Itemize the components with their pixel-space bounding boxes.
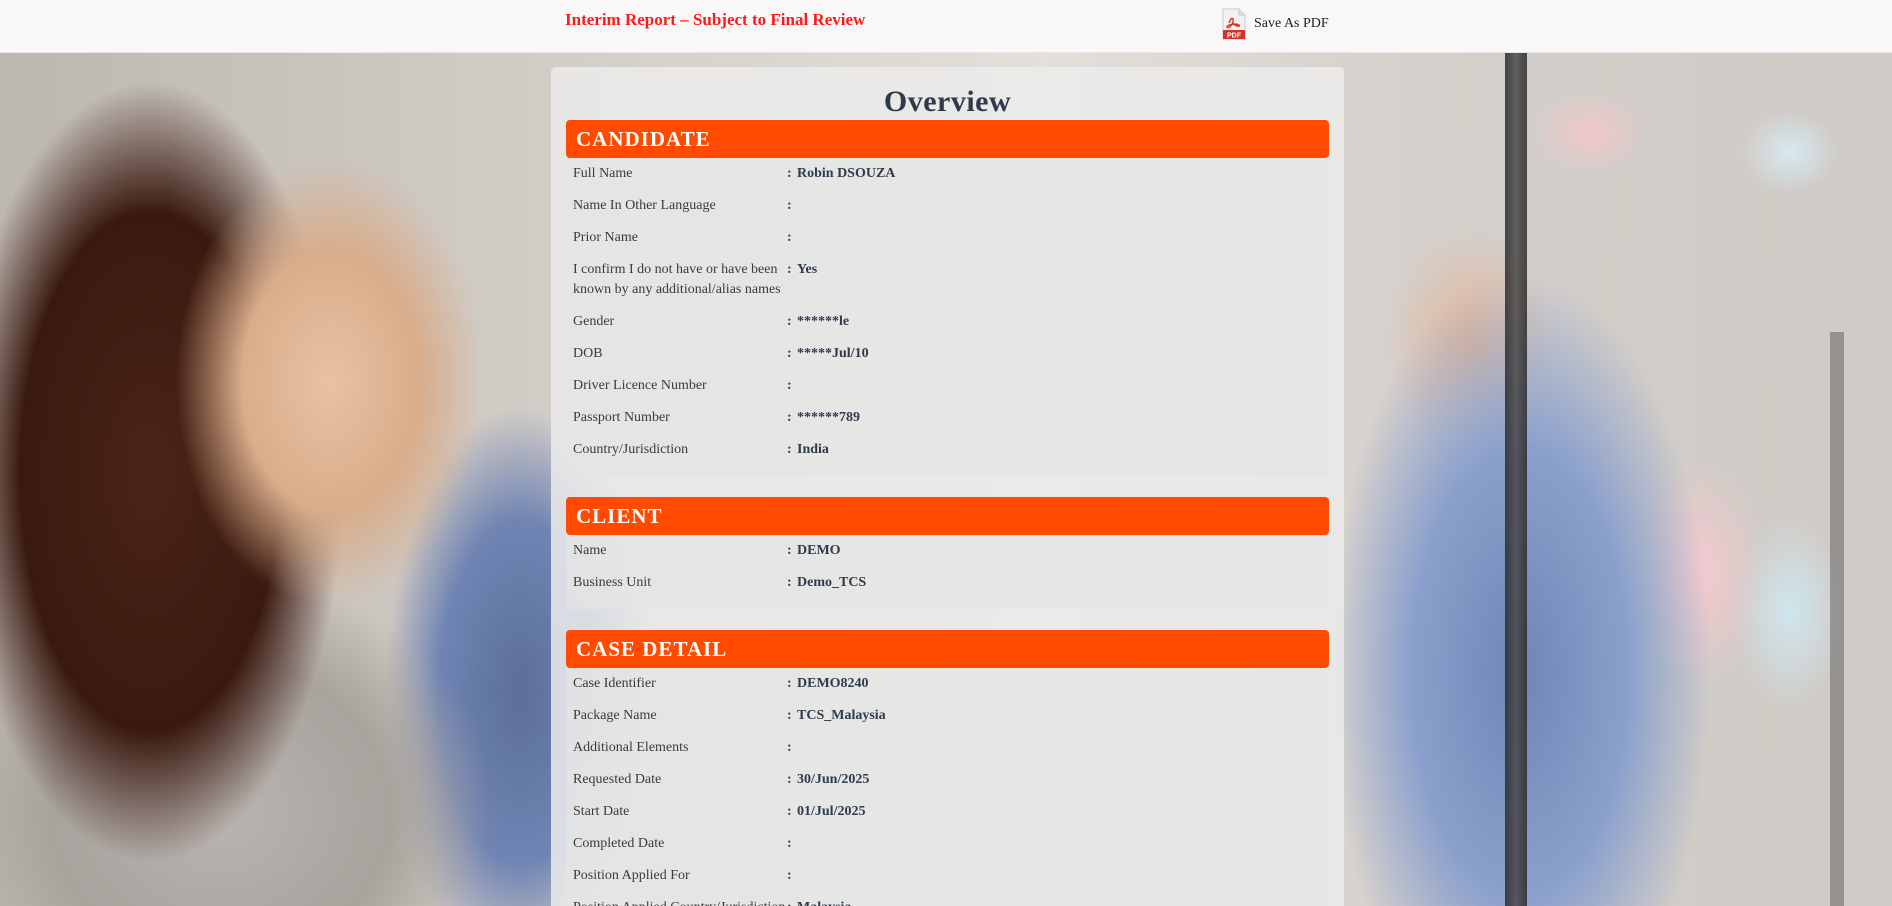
detail-row-gender: Gender : ******le [566, 312, 1329, 344]
row-label: Start Date [573, 804, 630, 819]
case-detail-section: CASE DETAIL Case Identifier : DEMO8240 P… [566, 630, 1329, 906]
detail-row-package-name: Package Name : TCS_Malaysia [566, 706, 1329, 738]
row-label: Additional Elements [573, 740, 689, 755]
row-value: ******789 [797, 410, 860, 425]
pdf-icon: PDF [1222, 8, 1246, 40]
row-separator: : [787, 543, 792, 558]
row-value: DEMO8240 [797, 676, 869, 691]
row-value: 01/Jul/2025 [797, 804, 866, 819]
report-title: Interim Report – Subject to Final Review [565, 10, 866, 29]
detail-row-case-identifier: Case Identifier : DEMO8240 [566, 674, 1329, 706]
row-value: DEMO [797, 543, 841, 558]
save-as-pdf-button[interactable]: PDF Save As PDF [1222, 8, 1329, 40]
overview-panel: Overview CANDIDATE Full Name : Robin DSO… [551, 67, 1344, 906]
detail-row-passport-number: Passport Number : ******789 [566, 408, 1329, 440]
row-separator: : [787, 708, 792, 723]
row-label: Position Applied Country/Jurisdiction [566, 898, 787, 906]
row-label: DOB [573, 346, 603, 361]
detail-row-dob: DOB : *****Jul/10 [566, 344, 1329, 376]
row-separator: : [787, 346, 792, 361]
row-separator: : [787, 804, 792, 819]
detail-row-completed-date: Completed Date : [566, 834, 1329, 866]
save-as-pdf-label: Save As PDF [1254, 16, 1329, 31]
row-separator: : [787, 442, 792, 457]
detail-row-business-unit: Business Unit : Demo_TCS [566, 573, 1329, 605]
row-value: Demo_TCS [797, 575, 867, 590]
row-label: Country/Jurisdiction [573, 442, 689, 457]
row-separator: : [787, 868, 792, 883]
case-detail-section-header: CASE DETAIL [566, 630, 1329, 668]
row-label: Prior Name [573, 230, 638, 245]
row-label: Driver Licence Number [573, 378, 707, 393]
row-separator: : [787, 898, 797, 906]
background-pole [1505, 52, 1527, 906]
row-label: Full Name [573, 166, 633, 181]
detail-row-position-applied-country: Position Applied Country/Jurisdiction : … [566, 898, 1329, 906]
row-label: Gender [573, 314, 615, 329]
row-value: Malaysia [797, 898, 851, 906]
row-separator: : [787, 836, 792, 851]
row-separator: : [787, 230, 792, 245]
row-separator: : [787, 772, 792, 787]
row-separator: : [787, 410, 792, 425]
row-label: Completed Date [573, 836, 665, 851]
page-title: Overview [883, 85, 1012, 118]
detail-row-position-applied-for: Position Applied For : [566, 866, 1329, 898]
row-label: Name In Other Language [573, 198, 716, 213]
detail-row-start-date: Start Date : 01/Jul/2025 [566, 802, 1329, 834]
row-value: India [797, 442, 829, 457]
row-label: I confirm I do not have or have been kno… [573, 262, 781, 297]
row-separator: : [787, 198, 792, 213]
row-separator: : [787, 575, 792, 590]
svg-text:PDF: PDF [1227, 33, 1242, 40]
row-separator: : [787, 378, 792, 393]
row-label: Package Name [573, 708, 657, 723]
detail-row-prior-name: Prior Name : [566, 228, 1329, 260]
row-separator: : [787, 166, 792, 181]
detail-row-full-name: Full Name : Robin DSOUZA [566, 164, 1329, 196]
row-separator: : [787, 740, 792, 755]
row-label: Requested Date [573, 772, 662, 787]
row-label: Case Identifier [573, 676, 656, 691]
row-value: TCS_Malaysia [797, 708, 886, 723]
row-value: Robin DSOUZA [797, 166, 896, 181]
row-label: Passport Number [573, 410, 670, 425]
row-label: Position Applied For [573, 868, 690, 883]
detail-row-name-other-language: Name In Other Language : [566, 196, 1329, 228]
candidate-section-header: CANDIDATE [566, 120, 1329, 158]
detail-row-requested-date: Requested Date : 30/Jun/2025 [566, 770, 1329, 802]
row-label: Name [573, 543, 607, 558]
row-label: Business Unit [573, 575, 652, 590]
detail-row-additional-elements: Additional Elements : [566, 738, 1329, 770]
row-value: *****Jul/10 [797, 346, 869, 361]
detail-row-client-name: Name : DEMO [566, 541, 1329, 573]
detail-row-country: Country/Jurisdiction : India [566, 440, 1329, 472]
client-section-header: CLIENT [566, 497, 1329, 535]
client-section: CLIENT Name : DEMO Business Unit : Demo_… [566, 497, 1329, 609]
top-bar: Interim Report – Subject to Final Review… [0, 0, 1892, 53]
background-pole [1830, 332, 1844, 906]
row-separator: : [787, 262, 792, 277]
row-value: Yes [797, 262, 818, 277]
row-separator: : [787, 676, 792, 691]
row-separator: : [787, 314, 792, 329]
row-value: ******le [797, 314, 850, 329]
candidate-section: CANDIDATE Full Name : Robin DSOUZA Name … [566, 120, 1329, 476]
detail-row-driver-licence: Driver Licence Number : [566, 376, 1329, 408]
row-value: 30/Jun/2025 [797, 772, 870, 787]
detail-row-alias-confirmation: I confirm I do not have or have been kno… [566, 260, 1329, 312]
